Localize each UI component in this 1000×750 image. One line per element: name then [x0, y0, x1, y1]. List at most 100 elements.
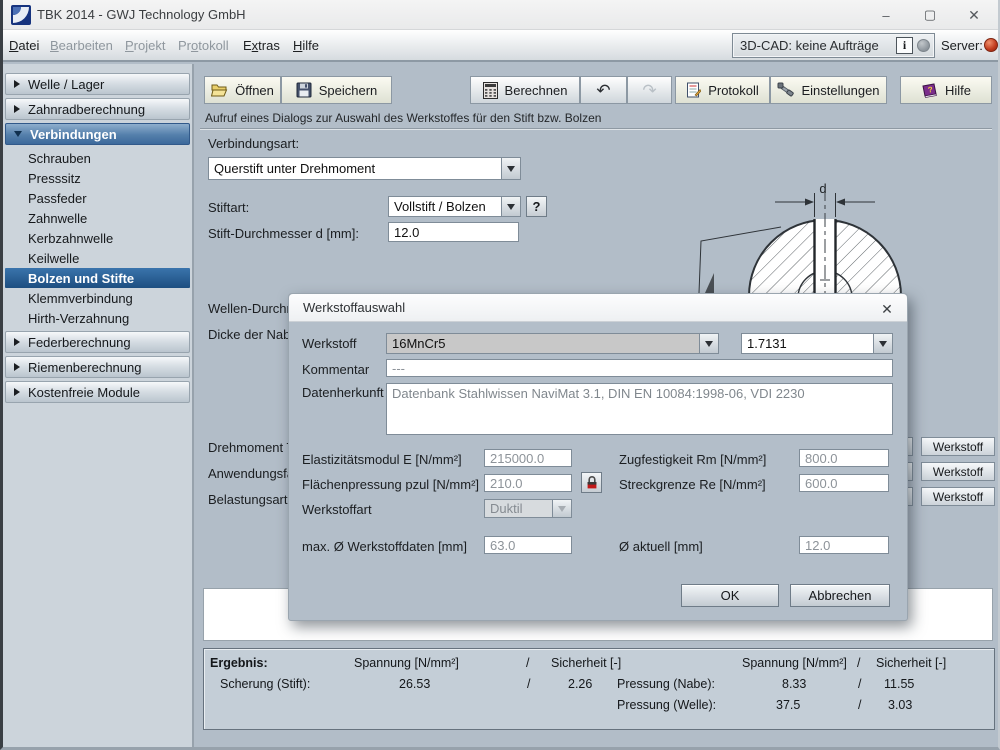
sidebar-section-zahnradberechnung[interactable]: Zahnradberechnung [5, 98, 190, 120]
menu-hilfe[interactable]: Hilfe [293, 38, 319, 53]
book-icon: ? [922, 82, 937, 98]
slash: / [526, 656, 530, 670]
sidebar-item-bolzen-und-stifte[interactable]: Bolzen und Stifte [5, 268, 190, 288]
dialog-titlebar: Werkstoffauswahl ✕ [289, 294, 907, 322]
folder-open-icon [211, 84, 228, 96]
dialog-close-icon[interactable]: ✕ [877, 299, 897, 319]
verbindungsart-select[interactable]: Querstift unter Drehmoment [208, 157, 521, 180]
help-button[interactable]: ? Hilfe [900, 76, 992, 104]
sidebar-item-hirth-verzahnung[interactable]: Hirth-Verzahnung [3, 308, 192, 328]
werkstoff-button-nabe[interactable]: Werkstoff [921, 462, 995, 481]
info-button[interactable]: i [896, 37, 913, 54]
ok-button[interactable]: OK [681, 584, 779, 607]
kommentar-input[interactable]: --- [386, 359, 893, 377]
app-window: TBK 2014 - GWJ Technology GmbH – ▢ ✕ Dat… [0, 0, 1000, 750]
menu-datei[interactable]: Datei [9, 38, 39, 53]
slash: / [857, 656, 861, 670]
cad-status-led [917, 39, 930, 52]
sidebar-item-presssitz[interactable]: Presssitz [3, 168, 192, 188]
calculate-button[interactable]: Berechnen [470, 76, 580, 104]
dropdown-arrow-icon[interactable] [501, 158, 520, 179]
open-label: Öffnen [235, 82, 274, 98]
streckgrenze-input: 600.0 [799, 474, 889, 492]
menu-protokoll: Protokoll [178, 38, 229, 53]
minimize-button[interactable]: – [866, 0, 906, 30]
save-button[interactable]: Speichern [281, 76, 392, 104]
dropdown-arrow-icon[interactable] [501, 197, 520, 216]
protocol-button[interactable]: Protokoll [675, 76, 770, 104]
dropdown-arrow-icon[interactable] [699, 334, 718, 353]
slash: / [858, 698, 862, 712]
document-icon [687, 82, 702, 98]
durchmesser-input[interactable]: 12.0 [388, 222, 519, 242]
cad-status-text: 3D-CAD: keine Aufträge [740, 38, 879, 53]
window-title: TBK 2014 - GWJ Technology GmbH [37, 7, 246, 22]
werkstoff-select[interactable]: 16MnCr5 [386, 333, 719, 354]
chevron-right-icon [14, 388, 20, 396]
settings-button[interactable]: Einstellungen [770, 76, 887, 104]
sidebar-section-riemenberechnung[interactable]: Riemenberechnung [5, 356, 190, 378]
flaechenpressung-input: 210.0 [484, 474, 572, 492]
svg-text:d: d [819, 181, 826, 196]
calculator-icon [482, 81, 498, 99]
floppy-disk-icon [296, 82, 312, 98]
close-button[interactable]: ✕ [954, 0, 994, 30]
aktuell-durchmesser-input: 12.0 [799, 536, 889, 554]
result-value: 37.5 [776, 698, 801, 712]
undo-icon: ↶ [596, 80, 611, 100]
sidebar-item-kerbzahnwelle[interactable]: Kerbzahnwelle [3, 228, 192, 248]
kommentar-label: Kommentar [302, 362, 370, 377]
result-row-label: Pressung (Nabe): [617, 677, 715, 691]
col-header-spannung: Spannung [N/mm²] [354, 656, 459, 670]
tools-icon [777, 82, 795, 97]
stiftart-select[interactable]: Vollstift / Bolzen [388, 196, 521, 217]
werkstoff-button-welle[interactable]: Werkstoff [921, 487, 995, 506]
open-button[interactable]: Öffnen [204, 76, 281, 104]
result-value: 26.53 [399, 677, 431, 691]
cancel-button[interactable]: Abbrechen [790, 584, 890, 607]
werkstoffart-label: Werkstoffart [302, 502, 372, 517]
sidebar-section-kostenfreie-module[interactable]: Kostenfreie Module [5, 381, 190, 403]
server-status-led [984, 38, 998, 52]
result-row-label: Scherung (Stift): [220, 677, 311, 691]
undo-button[interactable]: ↶ [580, 76, 627, 104]
werkstoff-button-stift[interactable]: Werkstoff [921, 437, 995, 456]
werkstoff-label: Werkstoff [302, 336, 357, 351]
dialog-title: Werkstoffauswahl [303, 300, 406, 315]
werkstoffart-select: Duktil [484, 499, 572, 518]
divider [200, 128, 992, 130]
sidebar-section-federberechnung[interactable]: Federberechnung [5, 331, 190, 353]
sidebar-section-verbindungen[interactable]: Verbindungen [5, 123, 190, 145]
menu-extras[interactable]: Extras [243, 38, 280, 53]
results-panel: Ergebnis: Spannung [N/mm²] / Sicherheit … [203, 648, 995, 730]
sidebar-item-passfeder[interactable]: Passfeder [3, 188, 192, 208]
sidebar-item-schrauben[interactable]: Schrauben [3, 148, 192, 168]
menubar: Datei Bearbeiten Projekt Protokoll Extra… [3, 30, 998, 62]
result-row-label: Pressung (Welle): [617, 698, 717, 712]
lock-button[interactable] [581, 472, 602, 493]
nabendicke-label: Dicke der Nab [208, 327, 291, 342]
drehmoment-label: Drehmoment T [208, 440, 295, 455]
sidebar-item-zahnwelle[interactable]: Zahnwelle [3, 208, 192, 228]
chevron-right-icon [14, 338, 20, 346]
statusbar-hint: Aufruf eines Dialogs zur Auswahl des Wer… [205, 111, 602, 125]
sidebar-item-keilwelle[interactable]: Keilwelle [3, 248, 192, 268]
slash: / [527, 677, 531, 691]
sidebar-item-klemmverbindung[interactable]: Klemmverbindung [3, 288, 192, 308]
lock-icon [587, 476, 596, 489]
menu-bearbeiten: Bearbeiten [50, 38, 113, 53]
results-title: Ergebnis: [210, 656, 268, 670]
calculate-label: Berechnen [504, 82, 568, 98]
stiftart-help-button[interactable]: ? [526, 196, 547, 217]
dropdown-arrow-icon[interactable] [873, 334, 892, 353]
redo-button: ↷ [627, 76, 672, 104]
zugfestigkeit-label: Zugfestigkeit Rm [N/mm²] [619, 452, 767, 467]
col-header-sicherheit: Sicherheit [-] [551, 656, 622, 670]
dropdown-arrow-icon [552, 500, 571, 517]
sidebar-section-welle-lager[interactable]: Welle / Lager [5, 73, 190, 95]
werkstoffnummer-select[interactable]: 1.7131 [741, 333, 893, 354]
maximize-button[interactable]: ▢ [910, 0, 950, 30]
settings-label: Einstellungen [801, 82, 880, 98]
section-label: Federberechnung [28, 334, 131, 350]
server-label: Server: [941, 38, 983, 53]
